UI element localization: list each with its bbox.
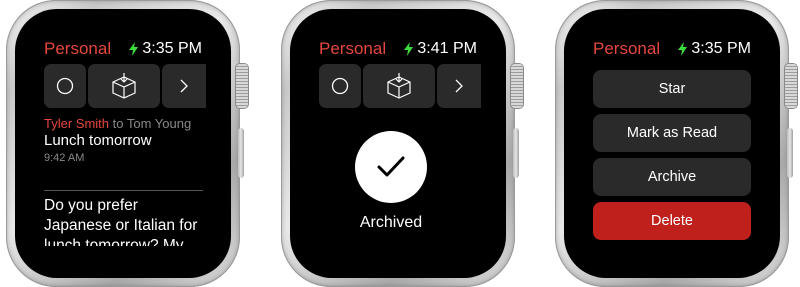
archive-box-icon (387, 73, 411, 99)
recipient-prefix: to (112, 116, 124, 131)
archive-menu-button[interactable]: Archive (593, 158, 751, 196)
clock: 3:35 PM (129, 40, 202, 58)
clock: 3:41 PM (404, 40, 477, 58)
divider (44, 190, 203, 191)
message-header: Tyler Smith to Tom Young Lunch tomorrow … (44, 116, 204, 165)
watch-screen: Personal 3:35 PM Star Mark as Read Archi… (585, 36, 755, 246)
mark-as-read-button[interactable]: Mark as Read (593, 114, 751, 152)
watch-screen: Personal 3:35 PM Tyler Smith to Tom Youn… (36, 36, 206, 246)
charging-bolt-icon (404, 42, 414, 56)
side-button[interactable] (513, 128, 519, 178)
action-bar (319, 64, 481, 108)
recipient-name: Tom Young (126, 116, 192, 131)
message-time: 9:42 AM (44, 152, 85, 164)
status-bar: Personal 3:35 PM (593, 38, 751, 60)
star-button[interactable]: Star (593, 70, 751, 108)
time: 3:41 PM (417, 40, 477, 57)
status-bar: Personal 3:41 PM (319, 38, 477, 60)
time: 3:35 PM (691, 40, 751, 57)
next-message-button[interactable] (437, 64, 481, 108)
next-message-button[interactable] (162, 64, 206, 108)
action-bar (44, 64, 206, 108)
checkmark-icon (377, 156, 405, 177)
status-bar: Personal 3:35 PM (44, 38, 202, 60)
charging-bolt-icon (129, 42, 139, 56)
watch-screen: Personal 3:41 PM Archived (311, 36, 481, 246)
sender-name: Tyler Smith (44, 116, 110, 131)
chevron-right-icon (455, 79, 463, 93)
watch-force-touch-menu: Personal 3:35 PM Star Mark as Read Archi… (555, 0, 797, 287)
archive-button[interactable] (363, 64, 435, 108)
side-button[interactable] (238, 128, 244, 178)
app-title: Personal (319, 39, 387, 58)
watch-archived-confirmation: Personal 3:41 PM Archived (281, 0, 523, 287)
archive-box-icon (112, 73, 136, 99)
confirmation-label: Archived (359, 214, 423, 231)
app-title: Personal (593, 39, 661, 58)
watch-message-detail: Personal 3:35 PM Tyler Smith to Tom Youn… (6, 0, 248, 287)
confirmation-badge (355, 131, 427, 203)
digital-crown[interactable] (511, 64, 523, 108)
archive-button[interactable] (88, 64, 160, 108)
clock: 3:35 PM (678, 40, 751, 58)
message-subject: Lunch tomorrow (44, 132, 152, 149)
message-body: Do you prefer Japanese or Italian for lu… (44, 197, 198, 246)
charging-bolt-icon (678, 42, 688, 56)
circle-icon (331, 77, 349, 95)
digital-crown[interactable] (236, 64, 248, 108)
digital-crown[interactable] (785, 64, 797, 108)
chevron-right-icon (180, 79, 188, 93)
mark-unread-button[interactable] (44, 64, 86, 108)
circle-icon (56, 77, 74, 95)
app-title: Personal (44, 39, 112, 58)
sender-line: Tyler Smith to Tom Young (44, 116, 204, 132)
side-button[interactable] (787, 128, 793, 178)
mark-unread-button[interactable] (319, 64, 361, 108)
time: 3:35 PM (142, 40, 202, 57)
delete-button[interactable]: Delete (593, 202, 751, 240)
